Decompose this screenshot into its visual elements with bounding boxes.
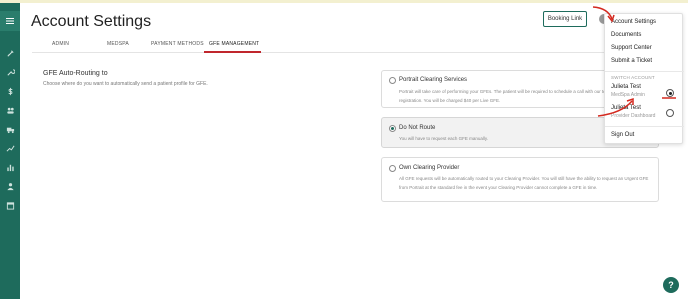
radio-do-not-route[interactable] [389, 125, 396, 132]
booking-link-button[interactable]: Booking Link [543, 11, 587, 27]
account-option-medspa-admin[interactable]: Julieta Test MedSpa Admin [611, 84, 645, 98]
sidebar [0, 3, 20, 299]
account-role: MedSpa Admin [611, 92, 645, 98]
account-name: Julieta Test [611, 84, 641, 90]
option-description: Portrait will take care of performing yo… [399, 89, 624, 103]
bar-chart-icon[interactable] [4, 162, 16, 172]
menu-divider [605, 126, 684, 127]
settings-tabs: ADMIN MEDSPA PAYMENT METHODS GFE MANAGEM… [32, 39, 652, 53]
option-own-clearing-provider[interactable]: Own Clearing Provider All GFE requests w… [381, 157, 659, 202]
calendar-icon[interactable] [4, 200, 16, 210]
account-role: Provider Dashboard [611, 113, 656, 119]
option-title: Own Clearing Provider [399, 165, 460, 171]
users-group-icon[interactable] [4, 105, 16, 115]
syringe-icon[interactable] [4, 48, 16, 58]
radio-portrait-clearing[interactable] [389, 77, 396, 84]
page-title: Account Settings [31, 13, 152, 30]
menu-item-sign-out[interactable]: Sign Out [611, 132, 634, 138]
active-tab-indicator [204, 51, 261, 53]
top-strip [0, 0, 688, 3]
menu-item-submit-ticket[interactable]: Submit a Ticket [611, 58, 652, 64]
switch-account-header: SWITCH ACCOUNT [611, 75, 655, 80]
account-name: Julieta Test [611, 105, 641, 111]
hamburger-icon[interactable] [0, 11, 20, 31]
help-button[interactable]: ? [663, 277, 679, 293]
truck-icon[interactable] [4, 124, 16, 134]
section-title: GFE Auto-Routing to [43, 70, 108, 77]
radio-own-clearing-provider[interactable] [389, 165, 396, 172]
tab-payment-methods[interactable]: PAYMENT METHODS [151, 41, 204, 47]
menu-item-documents[interactable]: Documents [611, 32, 641, 38]
wrench-icon[interactable] [4, 67, 16, 77]
tab-medspa[interactable]: MEDSPA [107, 41, 129, 47]
tab-gfe-management[interactable]: GFE MANAGEMENT [209, 41, 259, 47]
option-description: You will have to request each GFE manual… [399, 136, 489, 141]
section-description: Choose where do you want to automaticall… [43, 81, 208, 87]
account-radio-provider-dashboard[interactable] [666, 109, 674, 117]
option-title: Portrait Clearing Services [399, 77, 468, 83]
menu-item-support-center[interactable]: Support Center [611, 45, 652, 51]
trend-line-icon[interactable] [4, 143, 16, 153]
people-icon[interactable] [4, 181, 16, 191]
option-description: All GFE requests will be automatically r… [399, 176, 649, 190]
account-radio-medspa-admin[interactable] [666, 89, 674, 97]
option-title: Do Not Route [399, 125, 436, 131]
menu-item-account-settings[interactable]: Account Settings [611, 19, 656, 25]
menu-divider [605, 71, 684, 72]
tab-admin[interactable]: ADMIN [52, 41, 69, 47]
account-dropdown-menu: Account Settings Documents Support Cente… [604, 13, 684, 144]
dollar-icon[interactable] [4, 86, 16, 96]
account-option-provider-dashboard[interactable]: Julieta Test Provider Dashboard [611, 105, 655, 119]
